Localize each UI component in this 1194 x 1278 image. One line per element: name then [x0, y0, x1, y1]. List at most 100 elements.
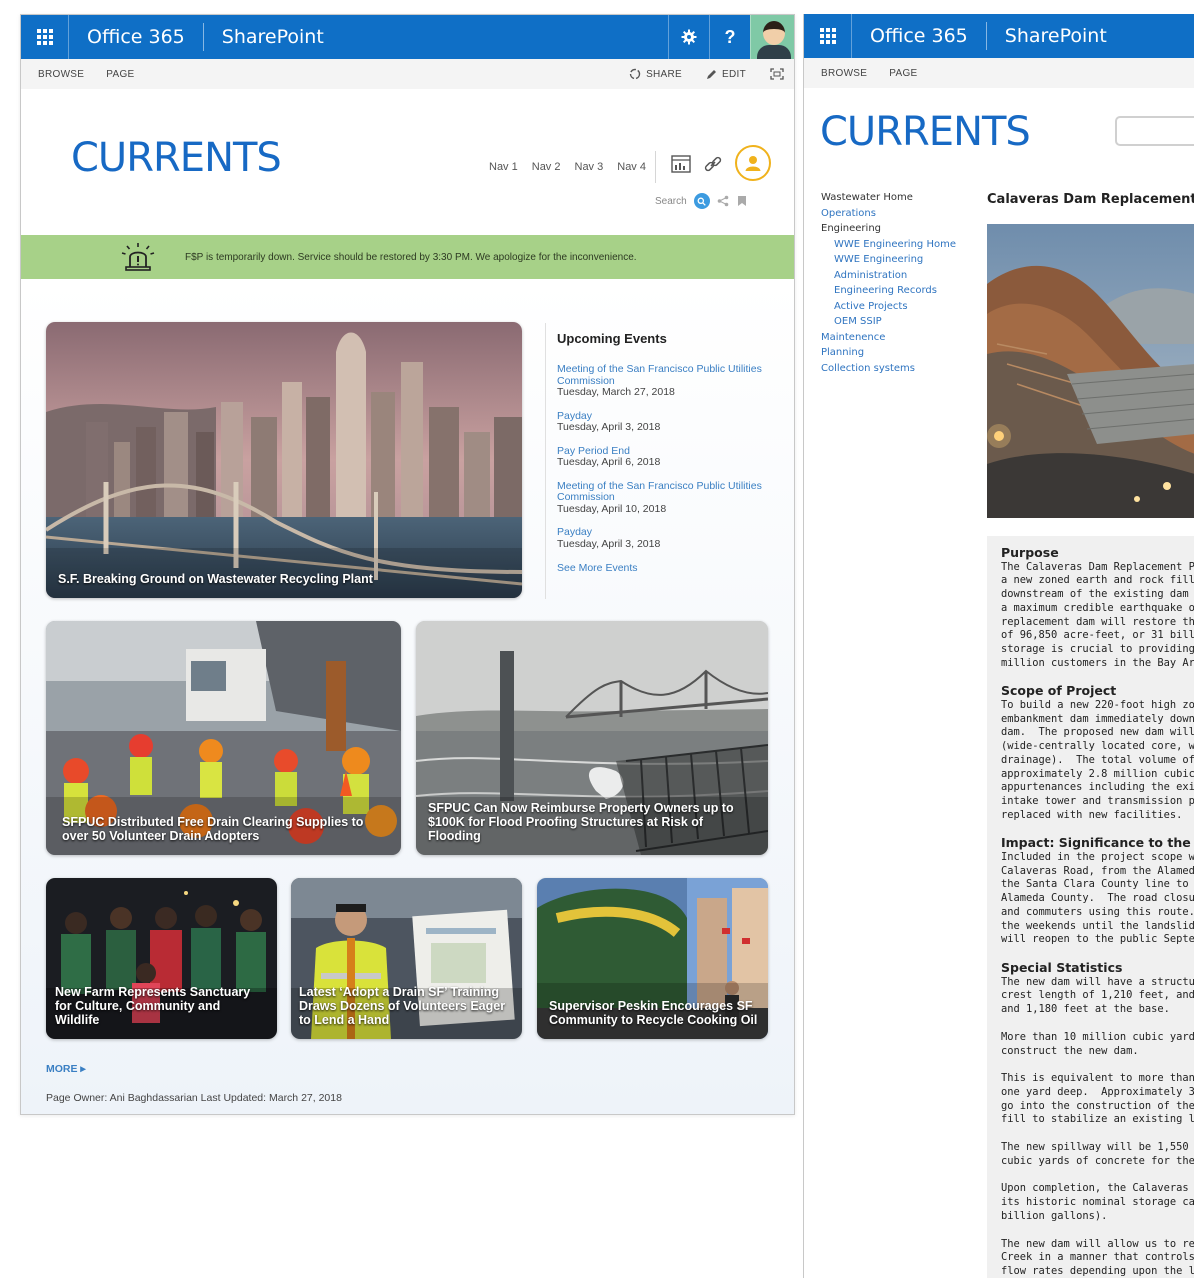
event-date: Tuesday, April 3, 2018 [557, 537, 661, 550]
quicklaunch-item[interactable]: Wastewater Home [821, 190, 956, 206]
section-text: The new dam will allow us to release Cre… [1001, 1237, 1194, 1277]
event-date: Tuesday, April 3, 2018 [557, 421, 661, 433]
wastewater-page-window: Office 365 SharePoint BROWSE PAGE CURREN… [803, 14, 1194, 1278]
suite-right-controls: ? [668, 15, 794, 59]
nav-item-1[interactable]: Nav 1 [489, 161, 518, 173]
help-button[interactable]: ? [709, 15, 750, 59]
event-item[interactable]: Meeting of the San Francisco Public Util… [557, 480, 775, 516]
news-caption: SFPUC Distributed Free Drain Clearing Su… [62, 815, 364, 843]
app-launcher-button[interactable] [804, 14, 852, 58]
nav-item-2[interactable]: Nav 2 [532, 161, 561, 173]
suite-bar: Office 365 SharePoint [804, 14, 1194, 58]
more-link[interactable]: MORE ▸ [46, 1063, 86, 1075]
news-card[interactable]: New Farm Represents Sanctuary for Cultur… [46, 878, 277, 1039]
section-heading: Purpose [1001, 545, 1059, 560]
news-caption: New Farm Represents Sanctuary for Cultur… [55, 985, 251, 1027]
upcoming-events-panel: Upcoming Events Meeting of the San Franc… [545, 323, 775, 599]
profile-button[interactable] [735, 145, 771, 181]
article-title: Calaveras Dam Replacement [987, 192, 1194, 207]
app-launcher-button[interactable] [21, 15, 69, 59]
quicklaunch-subitem[interactable]: Active Projects [821, 299, 956, 315]
event-item[interactable]: Meeting of the San Francisco Public Util… [557, 363, 775, 399]
news-card[interactable]: Latest ‘Adopt a Drain SF’ Training Draws… [291, 878, 522, 1039]
user-avatar[interactable] [750, 15, 794, 59]
ribbon-tab-browse[interactable]: BROWSE [38, 69, 84, 80]
site-logo[interactable]: CURRENTS [71, 135, 282, 181]
ribbon-tab-page[interactable]: PAGE [889, 68, 917, 79]
dam-construction-image [987, 224, 1194, 518]
ribbon-actions: SHARE EDIT [611, 59, 784, 89]
waffle-icon [36, 29, 53, 45]
alarm-beacon-icon [121, 243, 155, 271]
quicklaunch-subitem[interactable]: Administration [821, 268, 956, 284]
gear-icon [681, 29, 697, 45]
see-more-events-link[interactable]: See More Events [557, 562, 775, 574]
share-label: SHARE [646, 68, 683, 80]
news-card[interactable]: SFPUC Distributed Free Drain Clearing Su… [46, 621, 401, 855]
nav-divider [655, 151, 656, 183]
quicklaunch-item[interactable]: Planning [821, 345, 956, 361]
share-button[interactable]: SHARE [629, 68, 682, 80]
event-item[interactable]: Pay Period End Tuesday, April 6, 2018 [557, 445, 775, 469]
ribbon-bar: BROWSE PAGE [804, 58, 1194, 88]
settings-button[interactable] [668, 15, 709, 59]
section-text: The new dam will have a structural h cre… [1001, 975, 1194, 1016]
edit-label: EDIT [722, 68, 746, 80]
pencil-icon [707, 69, 717, 79]
quicklaunch-item[interactable]: Operations [821, 206, 956, 222]
news-caption: Latest ‘Adopt a Drain SF’ Training Draws… [299, 985, 506, 1027]
alert-message: F$P is temporarily down. Service should … [185, 251, 637, 263]
dashboard-icon[interactable] [671, 155, 691, 173]
quicklaunch-subitem[interactable]: OEM SSIP [821, 314, 956, 330]
bookmark-icon[interactable] [736, 195, 748, 207]
search-label[interactable]: Search [655, 196, 687, 207]
section-text: To build a new 220-foot high zoned emban… [1001, 699, 1194, 821]
quicklaunch-subitem[interactable]: WWE Engineering Home [821, 237, 956, 253]
suite-bar: Office 365 SharePoint ? [21, 15, 794, 59]
suite-product-title[interactable]: SharePoint [204, 15, 342, 59]
event-title[interactable]: Meeting of the San Francisco Public Util… [557, 480, 775, 504]
edit-button[interactable]: EDIT [706, 69, 746, 80]
ribbon-bar: BROWSE PAGE SHARE EDIT [21, 59, 794, 89]
event-date: Tuesday, April 6, 2018 [557, 456, 661, 468]
featured-news-card[interactable]: S.F. Breaking Ground on Wastewater Recyc… [46, 322, 522, 598]
event-item[interactable]: Payday Tuesday, April 3, 2018 [557, 410, 775, 434]
quicklaunch-item[interactable]: Maintenence [821, 330, 956, 346]
event-title[interactable]: Meeting of the San Francisco Public Util… [557, 363, 775, 387]
quicklaunch-item[interactable]: Engineering [821, 221, 956, 237]
focus-icon [770, 68, 784, 80]
focus-mode-button[interactable] [770, 68, 784, 80]
page-owner-footer: Page Owner: Ani Baghdassarian Last Updat… [46, 1092, 342, 1104]
share-nodes-icon[interactable] [717, 195, 729, 207]
suite-app-title[interactable]: Office 365 [69, 15, 203, 59]
ribbon-tab-page[interactable]: PAGE [106, 69, 134, 80]
featured-news-image [46, 322, 522, 598]
quicklaunch-item[interactable]: Collection systems [821, 361, 956, 377]
quicklaunch-subitem[interactable]: Engineering Records [821, 283, 956, 299]
currents-home-window: Office 365 SharePoint ? BROWSE PAGE SHAR… [20, 14, 795, 1115]
nav-item-3[interactable]: Nav 3 [575, 161, 604, 173]
nav-item-4[interactable]: Nav 4 [617, 161, 646, 173]
quicklaunch-subitem[interactable]: WWE Engineering [821, 252, 956, 268]
news-caption: SFPUC Can Now Reimburse Property Owners … [428, 801, 734, 843]
section-heading: Impact: Significance to the Co [1001, 835, 1194, 851]
main-content: S.F. Breaking Ground on Wastewater Recyc… [21, 279, 794, 1114]
event-date: Tuesday, March 27, 2018 [557, 386, 675, 398]
ribbon-tab-browse[interactable]: BROWSE [821, 68, 867, 79]
news-card[interactable]: SFPUC Can Now Reimburse Property Owners … [416, 621, 768, 855]
share-icon [629, 68, 641, 80]
search-button[interactable] [693, 193, 710, 209]
site-logo[interactable]: CURRENTS [820, 109, 1031, 155]
section-heading: Special Statistics [1001, 959, 1123, 975]
section-text: The Calaveras Dam Replacement Pro a new … [1001, 560, 1194, 669]
search-icon [697, 197, 706, 206]
event-date: Tuesday, April 10, 2018 [557, 502, 667, 515]
suite-product-title[interactable]: SharePoint [987, 14, 1125, 58]
link-icon[interactable] [703, 155, 723, 173]
section-text: More than 10 million cubic yards of cons… [1001, 1030, 1194, 1057]
waffle-icon [819, 28, 836, 44]
search-input[interactable] [1115, 116, 1194, 146]
event-item[interactable]: Payday Tuesday, April 3, 2018 [557, 526, 775, 550]
suite-app-title[interactable]: Office 365 [852, 14, 986, 58]
news-card[interactable]: Supervisor Peskin Encourages SF Communit… [537, 878, 768, 1039]
